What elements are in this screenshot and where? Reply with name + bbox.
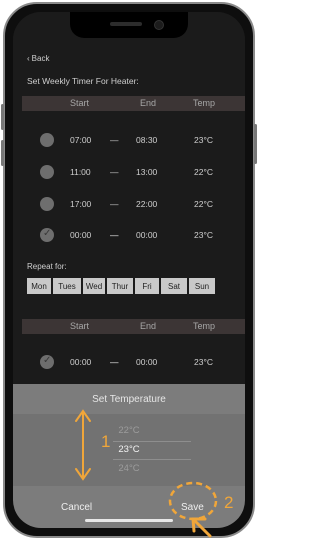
annotation-overlay: [75, 409, 218, 538]
speaker: [110, 22, 142, 26]
step-2-label: 2: [224, 493, 234, 512]
camera: [154, 20, 164, 30]
notch: [70, 12, 188, 38]
dashed-circle-highlight: [168, 481, 218, 521]
pointer-arrow-icon: [191, 517, 212, 538]
vertical-double-arrow-icon: [75, 409, 91, 481]
step-1-label: 1: [101, 432, 111, 451]
